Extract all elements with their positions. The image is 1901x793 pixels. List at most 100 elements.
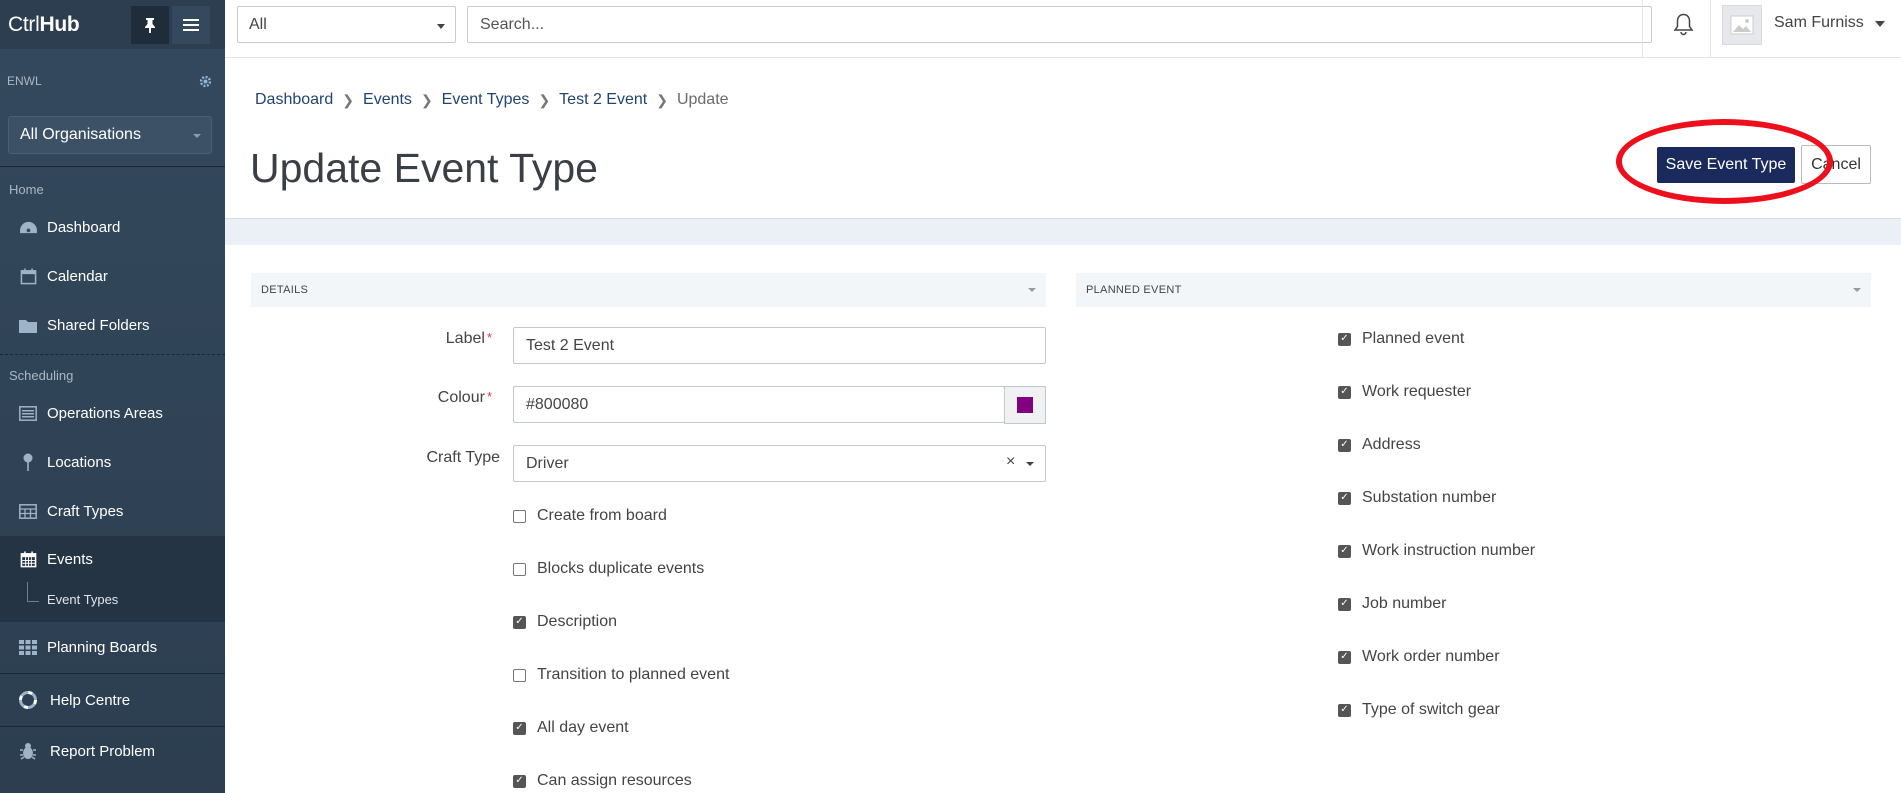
breadcrumb-event-types[interactable]: Event Types (442, 91, 530, 109)
details-panel-header[interactable]: DETAILS (251, 273, 1046, 307)
checkbox-checked-icon[interactable]: ✓ (513, 721, 526, 735)
breadcrumb-events[interactable]: Events (363, 91, 412, 109)
checkbox-checked-icon[interactable]: ✓ (1338, 703, 1351, 717)
chevron-down-icon[interactable] (1875, 21, 1885, 27)
checkbox-label: Can assign resources (537, 772, 692, 789)
checkbox-checked-icon[interactable]: ✓ (1338, 385, 1351, 399)
section-scheduling: Scheduling (9, 368, 74, 383)
search-scope-select[interactable]: All (237, 6, 456, 43)
app-logo[interactable]: CtrlHub (8, 13, 80, 37)
sidebar-subitem-event-types[interactable]: Event Types (0, 582, 225, 622)
search-input[interactable] (467, 6, 1652, 43)
checkbox-blocks-duplicate-events[interactable]: Blocks duplicate events (513, 560, 704, 578)
hamburger-icon (183, 19, 199, 31)
user-name[interactable]: Sam Furniss (1774, 14, 1864, 32)
checkbox-checked-icon[interactable]: ✓ (513, 774, 526, 788)
checkbox-checked-icon[interactable]: ✓ (1338, 332, 1351, 346)
checkbox-substation-number[interactable]: ✓ Substation number (1338, 489, 1496, 507)
checkbox-checked-icon[interactable]: ✓ (1338, 544, 1351, 558)
chevron-down-icon[interactable] (1026, 462, 1034, 466)
chevron-right-icon: ❯ (538, 91, 551, 108)
checkbox-transition-to-planned-event[interactable]: Transition to planned event (513, 666, 729, 684)
required-marker: * (486, 330, 492, 345)
checkbox-label: Blocks duplicate events (537, 560, 705, 577)
checkbox-label: Transition to planned event (537, 666, 730, 683)
breadcrumb: Dashboard ❯ Events ❯ Event Types ❯ Test … (255, 91, 729, 109)
checkbox-label: Work requester (1362, 383, 1472, 400)
checkbox-label: Type of switch gear (1362, 701, 1500, 718)
section-band (225, 218, 1901, 245)
sidebar-item-craft-types[interactable]: Craft Types (0, 487, 225, 535)
chevron-down-icon (1853, 288, 1861, 292)
checkbox-create-from-board[interactable]: Create from board (513, 507, 667, 525)
chevron-right-icon: ❯ (656, 91, 668, 108)
checkbox-checked-icon[interactable]: ✓ (1338, 650, 1351, 664)
colour-picker-button[interactable] (1004, 386, 1046, 424)
divider (0, 673, 225, 674)
checkbox-work-instruction-number[interactable]: ✓ Work instruction number (1338, 542, 1535, 560)
sidebar-item-events[interactable]: Events (0, 536, 225, 582)
bell-icon[interactable] (1673, 12, 1694, 41)
pin-icon (18, 452, 38, 472)
menu-toggle-button[interactable] (172, 6, 210, 44)
divider (1710, 0, 1711, 57)
checkbox-checked-icon[interactable]: ✓ (1338, 491, 1351, 505)
sidebar-item-locations[interactable]: Locations (0, 438, 225, 486)
checkbox-empty-icon[interactable] (513, 509, 526, 523)
sidebar: CtrlHub ENWL All Organisations Home Dash… (0, 0, 225, 793)
sidebar-item-calendar[interactable]: Calendar (0, 252, 225, 300)
page-title: Update Event Type (250, 145, 598, 191)
colour-input[interactable]: #800080 (513, 386, 1005, 423)
checkbox-label: Job number (1362, 595, 1447, 612)
breadcrumb-dashboard[interactable]: Dashboard (255, 91, 333, 109)
checkbox-label: Planned event (1362, 330, 1465, 347)
checkbox-label: Address (1362, 436, 1421, 453)
checkbox-description[interactable]: ✓ Description (513, 613, 617, 631)
checkbox-all-day-event[interactable]: ✓ All day event (513, 719, 629, 737)
breadcrumb-current: Update (676, 91, 729, 108)
checkbox-label: Work order number (1362, 648, 1500, 665)
checkbox-work-order-number[interactable]: ✓ Work order number (1338, 648, 1500, 666)
divider (0, 166, 225, 167)
lifebuoy-icon (18, 690, 38, 710)
checkbox-job-number[interactable]: ✓ Job number (1338, 595, 1447, 613)
checkbox-address[interactable]: ✓ Address (1338, 436, 1421, 454)
calendar-grid-icon (18, 549, 38, 569)
sidebar-item-report-problem[interactable]: Report Problem (0, 727, 225, 775)
cancel-button[interactable]: Cancel (1801, 145, 1871, 184)
planned-event-panel-header[interactable]: PLANNED EVENT (1076, 273, 1871, 307)
checkbox-checked-icon[interactable]: ✓ (1338, 438, 1351, 452)
checkbox-checked-icon[interactable]: ✓ (513, 615, 526, 629)
save-event-type-button[interactable]: Save Event Type (1657, 147, 1795, 183)
checkbox-label: Description (537, 613, 618, 630)
label-input[interactable]: Test 2 Event (513, 327, 1046, 364)
organisation-select[interactable]: All Organisations (8, 116, 212, 154)
craft-type-select[interactable]: Driver (513, 445, 1046, 482)
checkbox-empty-icon[interactable] (513, 668, 526, 682)
pin-sidebar-button[interactable] (131, 6, 169, 44)
gear-icon[interactable] (199, 73, 212, 93)
folder-icon (18, 315, 38, 335)
checkbox-can-assign-resources[interactable]: ✓ Can assign resources (513, 772, 692, 790)
sidebar-item-dashboard[interactable]: Dashboard (0, 203, 225, 251)
checkbox-checked-icon[interactable]: ✓ (1338, 597, 1351, 611)
checkbox-planned-event[interactable]: ✓ Planned event (1338, 330, 1464, 348)
sidebar-item-planning-boards[interactable]: Planning Boards (0, 623, 225, 671)
breadcrumb-test-2-event[interactable]: Test 2 Event (559, 91, 647, 109)
checkbox-type-of-switch-gear[interactable]: ✓ Type of switch gear (1338, 701, 1500, 719)
checkbox-label: All day event (537, 719, 629, 736)
sidebar-item-shared-folders[interactable]: Shared Folders (0, 301, 225, 349)
sidebar-item-operations-areas[interactable]: Operations Areas (0, 389, 225, 437)
clear-icon[interactable]: × (1006, 453, 1015, 471)
top-bar: All Sam Furniss (225, 0, 1901, 58)
org-label: ENWL (7, 74, 42, 88)
label-field-label: Label * (445, 330, 492, 347)
craft-type-field-label: Craft Type (426, 449, 500, 466)
chevron-down-icon (437, 24, 445, 29)
chevron-down-icon (193, 134, 201, 138)
checkbox-work-requester[interactable]: ✓ Work requester (1338, 383, 1471, 401)
avatar[interactable] (1722, 5, 1762, 45)
checkbox-empty-icon[interactable] (513, 562, 526, 576)
sidebar-item-help-centre[interactable]: Help Centre (0, 676, 225, 724)
grid-icon (18, 637, 38, 657)
